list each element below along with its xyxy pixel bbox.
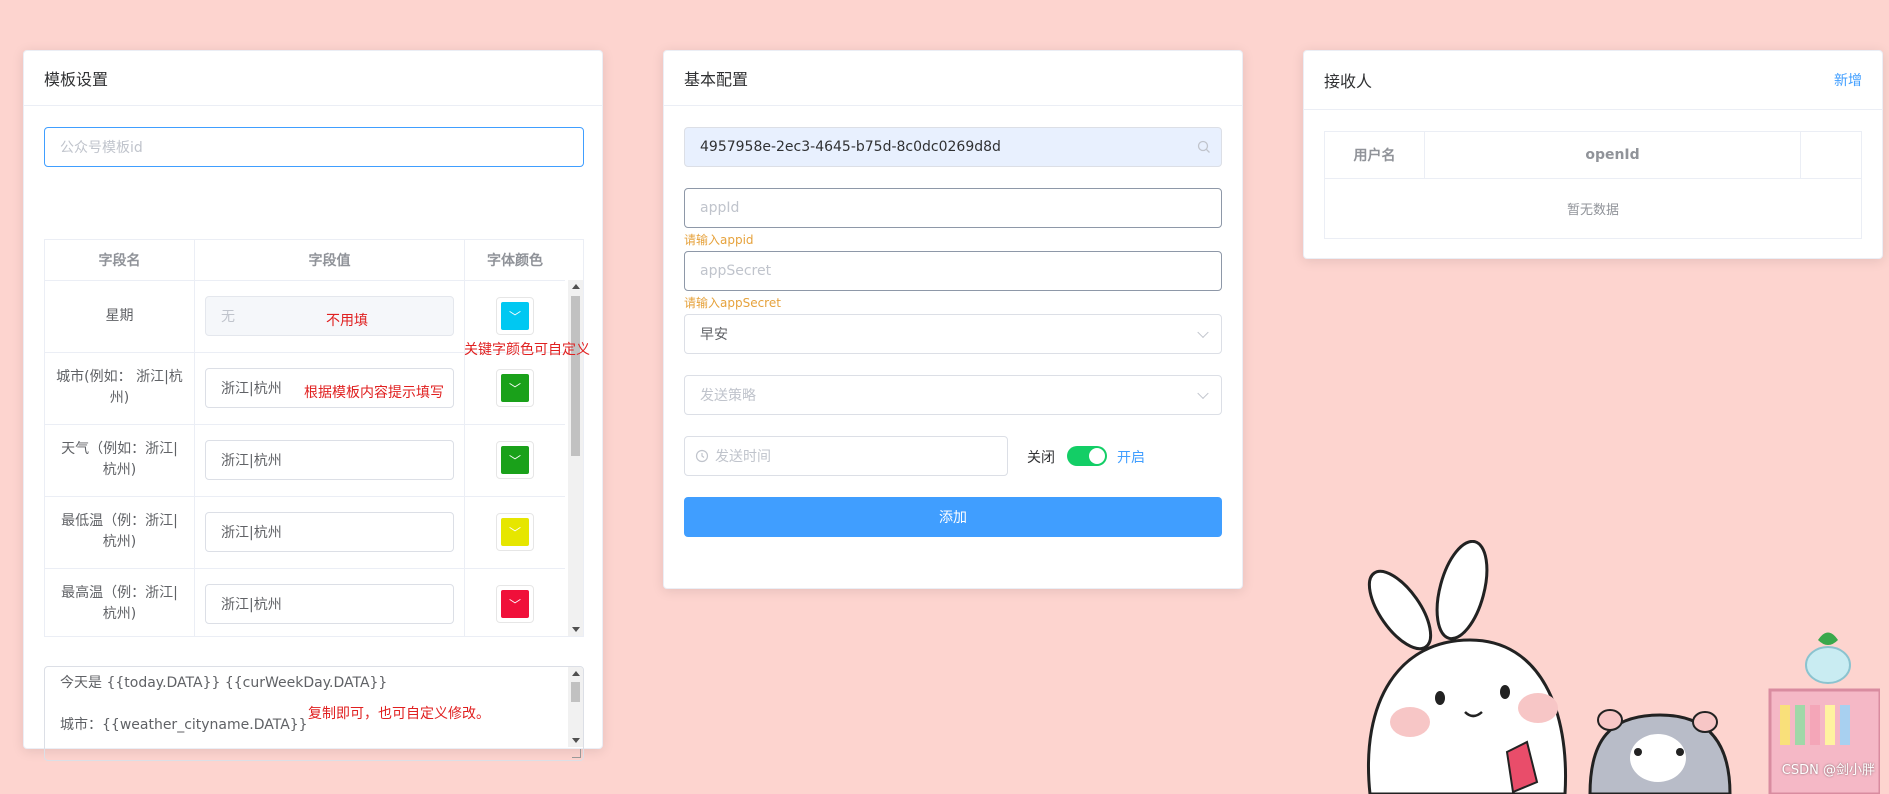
scroll-up-arrow-icon[interactable] <box>572 671 580 676</box>
template-id-placeholder: 公众号模板id <box>60 140 143 156</box>
table-header: 用户名 openId <box>1325 132 1861 179</box>
appsecret-placeholder: appSecret <box>700 263 772 279</box>
field-value-input[interactable]: 浙江|杭州 <box>205 440 454 480</box>
scroll-down-arrow-icon[interactable] <box>572 738 580 743</box>
color-picker[interactable]: ﹀ <box>496 513 534 551</box>
scroll-thumb[interactable] <box>571 296 580 456</box>
field-table: 字段名 字段值 字体颜色 星期 无 ﹀ 城市(例如： 浙江|杭州) 浙江|杭州 … <box>44 239 584 637</box>
color-cell: ﹀ <box>465 352 565 424</box>
field-value-placeholder: 无 <box>221 309 235 325</box>
scroll-down-arrow-icon[interactable] <box>572 627 580 632</box>
appid-error: 请输入appid <box>684 233 754 247</box>
appid-placeholder: appId <box>700 200 740 216</box>
switch-on-label: 开启 <box>1117 450 1145 466</box>
card-header: 基本配置 <box>664 51 1242 106</box>
card-title: 模板设置 <box>44 70 109 89</box>
field-value-text: 浙江|杭州 <box>221 525 282 541</box>
search-icon[interactable] <box>1197 140 1211 154</box>
greeting-value: 早安 <box>700 327 728 343</box>
field-name: 城市(例如： 浙江|杭州) <box>45 352 195 424</box>
add-receiver-link[interactable]: 新增 <box>1834 70 1862 90</box>
card-title: 基本配置 <box>684 70 749 89</box>
empty-state: 暂无数据 <box>1566 202 1619 218</box>
color-picker[interactable]: ﹀ <box>496 585 534 623</box>
watermark: CSDN @剑小胖 <box>1781 763 1875 778</box>
color-cell: ﹀ <box>465 424 565 496</box>
chevron-down-icon: ﹀ <box>501 590 529 618</box>
color-picker[interactable]: ﹀ <box>496 297 534 335</box>
color-cell: ﹀ <box>465 496 565 568</box>
field-value-text: 浙江|杭州 <box>221 597 282 613</box>
chevron-down-icon: ﹀ <box>501 302 529 330</box>
color-picker[interactable]: ﹀ <box>496 441 534 479</box>
header-field-name: 字段名 <box>45 240 195 280</box>
table-scrollbar[interactable] <box>568 280 583 636</box>
field-value-text: 浙江|杭州 <box>221 453 282 469</box>
color-cell: ﹀ <box>465 568 565 636</box>
textarea-scrollbar[interactable] <box>568 667 583 747</box>
appid-input[interactable]: appId <box>684 188 1222 228</box>
send-time-picker[interactable]: 发送时间 <box>684 436 1008 476</box>
greeting-select[interactable]: 早安 <box>684 314 1222 354</box>
strategy-placeholder: 发送策略 <box>700 388 756 404</box>
send-time-placeholder: 发送时间 <box>715 449 771 465</box>
annotation-fill-hint: 根据模板内容提示填写 <box>304 385 444 401</box>
table-header: 字段名 字段值 字体颜色 <box>45 240 565 281</box>
field-name: 最高温（例：浙江|杭州) <box>45 568 195 636</box>
field-name: 最低温（例：浙江|杭州) <box>45 496 195 568</box>
header-font-color: 字体颜色 <box>487 253 543 269</box>
chevron-down-icon <box>1197 326 1209 339</box>
table-row: 最高温（例：浙江|杭州) 浙江|杭州 ﹀ <box>45 568 565 636</box>
field-value-cell: 浙江|杭州 <box>195 424 465 496</box>
field-name: 天气（例如：浙江|杭州) <box>45 424 195 496</box>
strategy-select[interactable]: 发送策略 <box>684 375 1222 415</box>
chevron-down-icon <box>1197 387 1209 400</box>
bunny-illustration <box>1367 540 1880 794</box>
chevron-down-icon: ﹀ <box>501 374 529 402</box>
field-name: 星期 <box>45 280 195 352</box>
template-settings-card: 模板设置 公众号模板id 字段名 字段值 字体颜色 星期 无 ﹀ 城市(例如： … <box>23 50 603 761</box>
header-username: 用户名 <box>1325 132 1425 178</box>
field-value-cell: 浙江|杭州 <box>195 568 465 636</box>
appsecret-error: 请输入appSecret <box>684 296 781 310</box>
table-row: 最低温（例：浙江|杭州) 浙江|杭州 ﹀ <box>45 496 565 569</box>
basic-config-card: 基本配置 4957958e-2ec3-4645-b75d-8c0dc0269d8… <box>663 50 1243 589</box>
resize-handle-icon[interactable] <box>572 749 581 758</box>
key-input[interactable]: 4957958e-2ec3-4645-b75d-8c0dc0269d8d <box>684 127 1222 167</box>
field-value-cell: 浙江|杭州 <box>195 496 465 568</box>
annotation-no-fill: 不用填 <box>326 313 368 329</box>
header-actions <box>1801 132 1861 178</box>
header-openid: openId <box>1425 132 1801 178</box>
table-row: 天气（例如：浙江|杭州) 浙江|杭州 ﹀ <box>45 424 565 497</box>
field-value-input[interactable]: 浙江|杭州 <box>205 512 454 552</box>
card-title: 接收人 <box>1324 72 1373 91</box>
key-value: 4957958e-2ec3-4645-b75d-8c0dc0269d8d <box>700 139 1001 155</box>
field-value-text: 浙江|杭州 <box>221 381 282 397</box>
switch-off-label: 关闭 <box>1027 450 1055 466</box>
switch-knob <box>1089 448 1105 464</box>
chevron-down-icon: ﹀ <box>501 518 529 546</box>
color-picker[interactable]: ﹀ <box>496 369 534 407</box>
field-value-input[interactable]: 浙江|杭州 <box>205 584 454 624</box>
annotation-copy-hint: 复制即可，也可自定义修改。 <box>308 706 490 722</box>
chevron-down-icon: ﹀ <box>501 446 529 474</box>
enable-switch[interactable] <box>1067 446 1107 466</box>
header-field-value: 字段值 <box>195 240 465 280</box>
card-header: 模板设置 <box>24 51 602 106</box>
annotation-custom-color: 关键字颜色可自定义 <box>464 342 590 358</box>
card-header: 接收人 新增 <box>1304 51 1882 110</box>
appsecret-input[interactable]: appSecret <box>684 251 1222 291</box>
clock-icon <box>695 449 709 463</box>
add-button[interactable]: 添加 <box>684 497 1222 537</box>
textarea-line: 今天是 {{today.DATA}} {{curWeekDay.DATA}} <box>60 675 388 691</box>
template-id-input[interactable]: 公众号模板id <box>44 127 584 167</box>
scroll-up-arrow-icon[interactable] <box>572 284 580 289</box>
receiver-table: 用户名 openId 暂无数据 <box>1324 131 1862 239</box>
receiver-card: 接收人 新增 用户名 openId 暂无数据 <box>1303 50 1883 259</box>
scroll-thumb[interactable] <box>571 682 580 702</box>
